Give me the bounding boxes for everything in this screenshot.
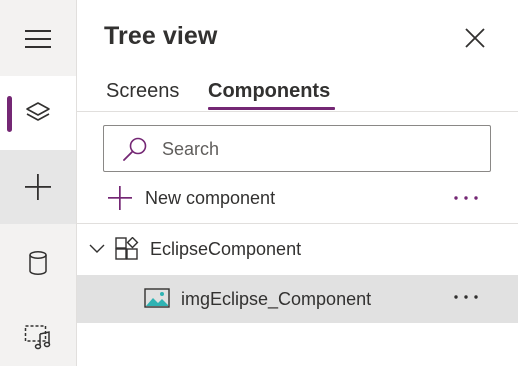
close-button[interactable] bbox=[461, 24, 489, 52]
search-input[interactable] bbox=[160, 132, 484, 166]
more-icon bbox=[454, 196, 478, 200]
chevron-down-icon[interactable] bbox=[89, 244, 105, 254]
left-rail bbox=[0, 0, 77, 366]
more-icon bbox=[454, 295, 478, 299]
data-icon bbox=[29, 251, 47, 275]
active-tab-underline bbox=[208, 107, 335, 110]
new-component-label: New component bbox=[145, 187, 276, 208]
list-divider bbox=[77, 223, 518, 224]
tree-view-panel: Tree view Screens Components New compone… bbox=[77, 0, 518, 366]
insert-button[interactable] bbox=[0, 150, 76, 224]
menu-button[interactable] bbox=[0, 2, 76, 76]
new-component-more-button[interactable] bbox=[448, 186, 484, 210]
new-component-button[interactable]: New component bbox=[107, 184, 275, 212]
layers-icon bbox=[26, 102, 50, 121]
tab-screens[interactable]: Screens bbox=[106, 80, 179, 103]
search-box[interactable] bbox=[103, 125, 491, 172]
media-button[interactable] bbox=[0, 300, 76, 374]
tree-view-button[interactable] bbox=[0, 76, 76, 150]
media-icon bbox=[24, 325, 51, 350]
search-icon bbox=[123, 137, 147, 161]
plus-icon bbox=[25, 174, 51, 200]
active-indicator bbox=[7, 96, 12, 132]
tree-item-eclipsecomponent[interactable]: EclipseComponent bbox=[77, 226, 518, 274]
tree-item-label: imgEclipse_Component bbox=[181, 289, 372, 309]
plus-icon bbox=[108, 186, 132, 210]
tabs-divider bbox=[77, 111, 518, 112]
tree-item-imgeclipse-component[interactable]: imgEclipse_Component bbox=[77, 275, 518, 323]
panel-title: Tree view bbox=[104, 22, 218, 50]
tab-components[interactable]: Components bbox=[208, 80, 330, 103]
tree-item-more-button[interactable] bbox=[448, 285, 484, 309]
data-button[interactable] bbox=[0, 226, 76, 300]
close-icon bbox=[465, 28, 485, 48]
hamburger-icon bbox=[25, 30, 51, 48]
component-icon bbox=[115, 237, 139, 260]
tree-item-label: EclipseComponent bbox=[150, 239, 302, 259]
image-icon bbox=[144, 288, 170, 308]
